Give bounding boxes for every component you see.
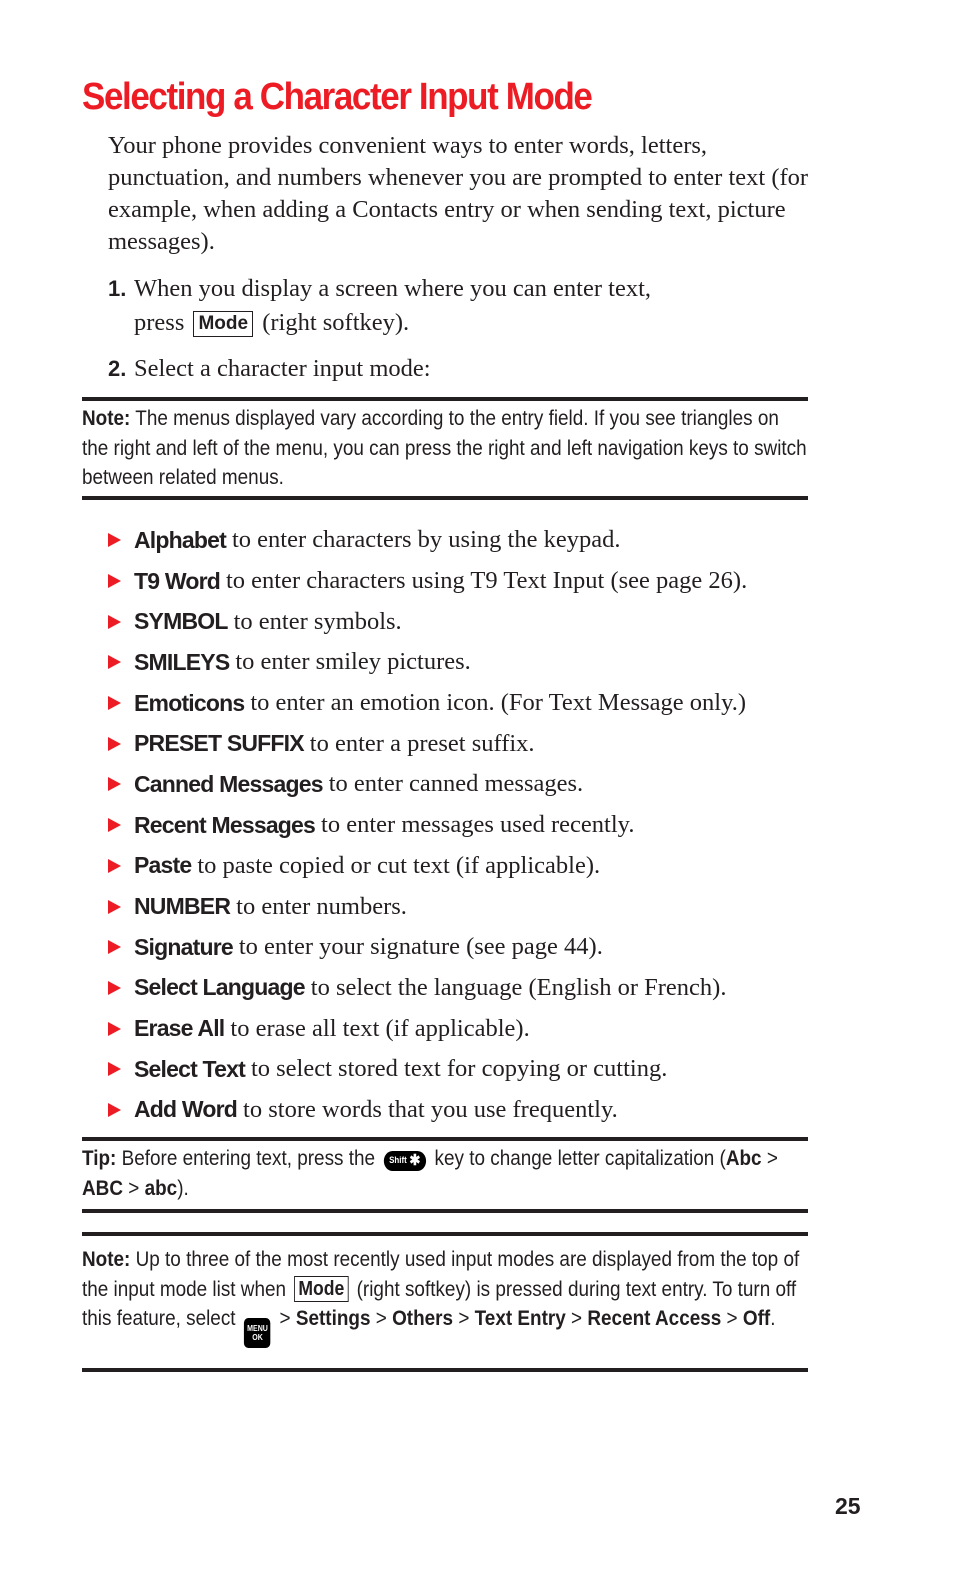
divider bbox=[82, 496, 808, 500]
bullet-arrow-icon bbox=[108, 655, 121, 670]
page-number: 25 bbox=[835, 1493, 861, 1519]
note-label: Note: bbox=[82, 406, 131, 430]
option-description: to enter a preset suffix. bbox=[309, 729, 535, 757]
bullet-arrow-icon bbox=[108, 1102, 121, 1117]
bullet-arrow-icon bbox=[108, 818, 121, 833]
option-description: to enter characters using T9 Text Input … bbox=[225, 567, 748, 595]
step-1: 1. When you display a screen where you ca… bbox=[108, 272, 818, 340]
bullet-arrow-icon bbox=[108, 940, 121, 955]
option-name: NUMBER bbox=[134, 893, 231, 920]
list-item: Add Word to store words that you use freq… bbox=[108, 1090, 828, 1131]
bullet-arrow-icon bbox=[108, 1062, 121, 1077]
bullet-arrow-icon bbox=[108, 736, 121, 751]
note-box: Note: The menus displayed vary according… bbox=[82, 404, 808, 493]
bullet-arrow-icon bbox=[108, 777, 121, 792]
step-2: 2. Select a character input mode: bbox=[108, 352, 818, 386]
list-item: T9 Word to enter characters using T9 Text… bbox=[108, 561, 828, 602]
option-name: Erase All bbox=[134, 1015, 225, 1042]
step-text: Select a character input mode: bbox=[134, 355, 431, 382]
shift-key-icon: Shift ✱ bbox=[383, 1150, 426, 1171]
step-number: 2. bbox=[108, 356, 127, 381]
page-title: Selecting a Character Input Mode bbox=[82, 76, 593, 118]
option-name: Select Language bbox=[134, 974, 306, 1001]
list-item: Canned Messages to enter canned messages. bbox=[108, 764, 828, 805]
list-item: Alphabet to enter characters by using the… bbox=[108, 520, 828, 561]
bullet-arrow-icon bbox=[108, 614, 121, 629]
option-name: SYMBOL bbox=[134, 608, 228, 635]
option-description: to enter an emotion icon. (For Text Mess… bbox=[250, 689, 747, 717]
list-item: SMILEYS to enter smiley pictures. bbox=[108, 642, 828, 683]
list-item: Erase All to erase all text (if applicabl… bbox=[108, 1008, 828, 1049]
divider bbox=[82, 1209, 808, 1213]
note-text: The menus displayed vary according to th… bbox=[82, 406, 807, 489]
bullet-arrow-icon bbox=[108, 980, 121, 995]
option-name: PRESET SUFFIX bbox=[134, 730, 305, 757]
option-name: Select Text bbox=[134, 1055, 246, 1082]
option-name: Add Word bbox=[134, 1096, 238, 1123]
list-item: NUMBER to enter numbers. bbox=[108, 886, 828, 927]
list-item: Select Language to select the language (E… bbox=[108, 968, 828, 1009]
option-name: Paste bbox=[134, 852, 192, 879]
option-description: to enter canned messages. bbox=[328, 770, 584, 798]
step-text: (right softkey). bbox=[262, 309, 410, 336]
option-description: to store words that you use frequently. bbox=[243, 1095, 618, 1123]
bullet-arrow-icon bbox=[108, 574, 121, 589]
input-mode-list: Alphabet to enter characters by using the… bbox=[108, 520, 828, 1130]
option-description: to enter characters by using the keypad. bbox=[232, 526, 621, 554]
option-description: to enter smiley pictures. bbox=[235, 648, 471, 676]
option-description: to paste copied or cut text (if applicab… bbox=[197, 851, 601, 879]
list-item: SYMBOL to enter symbols. bbox=[108, 601, 828, 642]
note-label: Note: bbox=[82, 1247, 131, 1271]
step-number: 1. bbox=[108, 276, 127, 301]
option-description: to erase all text (if applicable). bbox=[230, 1014, 530, 1042]
tip-label: Tip: bbox=[82, 1146, 117, 1170]
list-item: Emoticons to enter an emotion icon. (For … bbox=[108, 683, 828, 724]
list-item: Select Text to select stored text for cop… bbox=[108, 1049, 828, 1090]
list-item: Paste to paste copied or cut text (if app… bbox=[108, 846, 828, 887]
option-description: to select the language (English or Frenc… bbox=[310, 973, 727, 1001]
bullet-arrow-icon bbox=[108, 858, 121, 873]
divider bbox=[82, 1368, 808, 1372]
option-description: to enter numbers. bbox=[236, 892, 407, 920]
bullet-arrow-icon bbox=[108, 1021, 121, 1036]
bullet-arrow-icon bbox=[108, 696, 121, 711]
mode-softkey: Mode bbox=[293, 1275, 349, 1302]
option-description: to enter messages used recently. bbox=[321, 811, 635, 839]
mode-softkey: Mode bbox=[193, 311, 254, 337]
note-box-2: Note: Up to three of the most recently u… bbox=[82, 1245, 808, 1348]
option-name: Alphabet bbox=[134, 526, 227, 553]
list-item: PRESET SUFFIX to enter a preset suffix. bbox=[108, 723, 828, 764]
divider bbox=[82, 397, 808, 401]
option-description: to enter symbols. bbox=[233, 607, 402, 635]
option-name: Signature bbox=[134, 933, 234, 960]
divider bbox=[82, 1137, 808, 1141]
step-text: When you display a screen where you can … bbox=[134, 275, 652, 302]
list-item: Signature to enter your signature (see pa… bbox=[108, 927, 828, 968]
list-item: Recent Messages to enter messages used re… bbox=[108, 805, 828, 846]
divider bbox=[82, 1232, 808, 1236]
option-description: to select stored text for copying or cut… bbox=[250, 1055, 668, 1083]
bullet-arrow-icon bbox=[108, 533, 121, 548]
intro-paragraph: Your phone provides convenient ways to e… bbox=[108, 132, 809, 255]
step-text: press bbox=[134, 309, 185, 336]
option-name: Canned Messages bbox=[134, 770, 324, 797]
bullet-arrow-icon bbox=[108, 899, 121, 914]
option-description: to enter your signature (see page 44). bbox=[238, 933, 603, 961]
option-name: SMILEYS bbox=[134, 648, 230, 675]
option-name: Emoticons bbox=[134, 689, 245, 716]
option-name: Recent Messages bbox=[134, 811, 316, 838]
menu-ok-key-icon: MENU OK bbox=[244, 1318, 271, 1348]
tip-box: Tip: Before entering text, press the Shi… bbox=[82, 1146, 778, 1200]
option-name: T9 Word bbox=[134, 567, 221, 594]
